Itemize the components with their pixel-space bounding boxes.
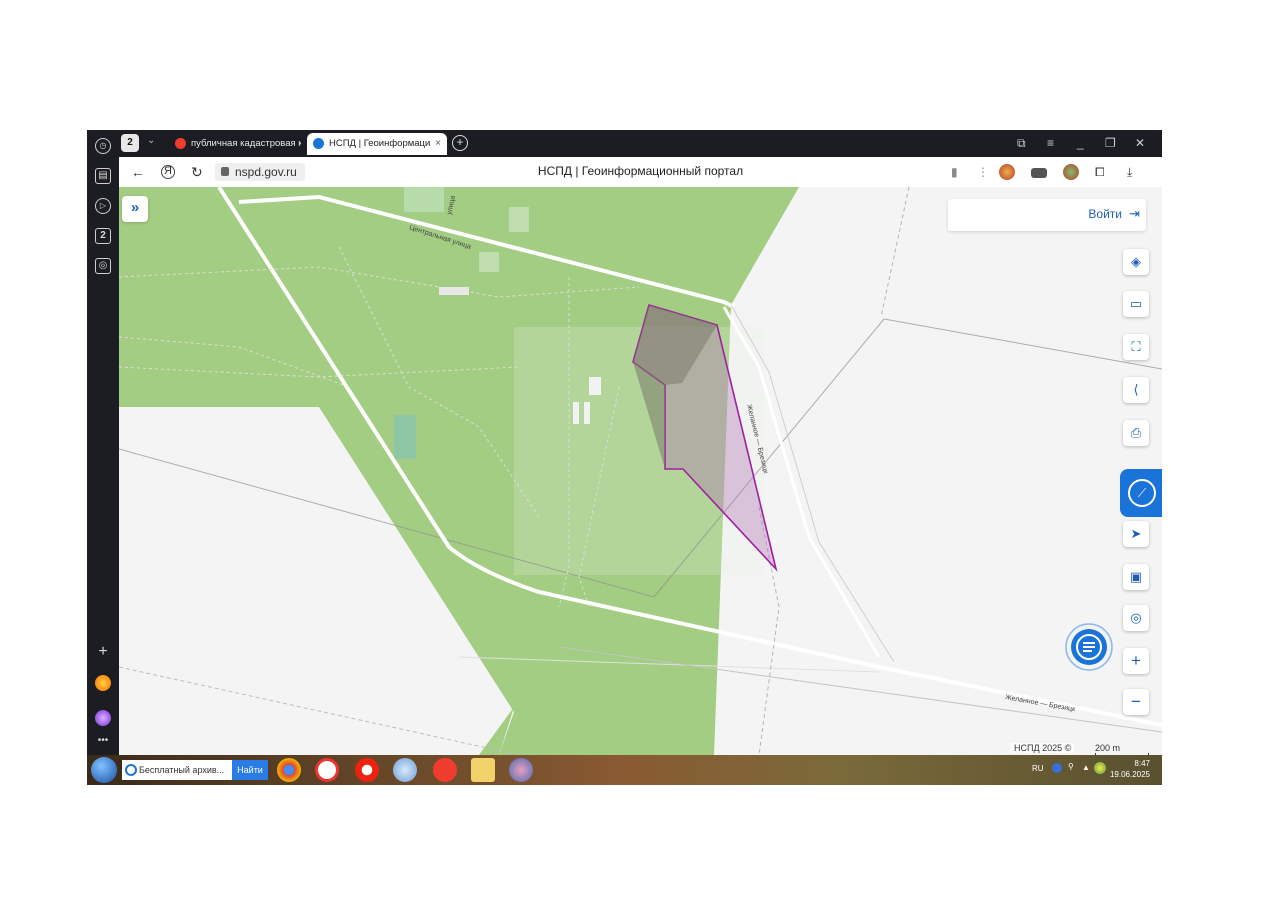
play-icon[interactable]: ▷ bbox=[95, 198, 111, 214]
lock-icon bbox=[221, 167, 229, 176]
restore-icon[interactable]: ❐ bbox=[1105, 134, 1116, 152]
taskbar-search-input[interactable]: Бесплатный архив... bbox=[122, 760, 232, 780]
search-button[interactable]: Найти bbox=[232, 760, 268, 780]
minimap-icon[interactable]: ▣ bbox=[1123, 564, 1149, 590]
kebab-icon[interactable]: ⋮ bbox=[977, 163, 989, 181]
browser-sidebar: ◷ ▤ ▷ 2 ◎ + ••• bbox=[87, 130, 119, 755]
sidebar-tab-count-badge[interactable]: 2 bbox=[95, 228, 111, 244]
network-icon[interactable]: ⚲ bbox=[1068, 762, 1074, 771]
add-panel-icon[interactable]: + bbox=[95, 644, 111, 660]
ie-icon bbox=[125, 764, 137, 776]
yandex-games-icon[interactable] bbox=[95, 675, 111, 691]
ruler-icon[interactable]: ▭ bbox=[1123, 291, 1149, 317]
history-icon[interactable]: ◷ bbox=[95, 138, 111, 154]
zoom-in-button[interactable]: + bbox=[1123, 648, 1149, 674]
extension-icon[interactable] bbox=[1031, 168, 1047, 178]
login-icon: ⇥ bbox=[1129, 206, 1140, 221]
yandex-icon bbox=[175, 138, 186, 149]
tab-label: публичная кадастровая к bbox=[191, 138, 301, 149]
yandex-icon[interactable] bbox=[433, 758, 457, 782]
nspd-icon bbox=[313, 138, 324, 149]
map-canvas: Центральная улица улица Желанное — Брези… bbox=[119, 187, 1162, 755]
url-field[interactable]: nspd.gov.ru bbox=[215, 163, 305, 181]
screenshot-icon[interactable]: ◎ bbox=[95, 258, 111, 274]
layers-icon[interactable]: ◈ bbox=[1123, 249, 1149, 275]
desktop-screen: ◷ ▤ ▷ 2 ◎ + ••• 2 ⌄ публичная кадастрова… bbox=[87, 130, 1162, 785]
select-area-icon[interactable]: ⛶ bbox=[1123, 334, 1149, 360]
tab-bar: 2 ⌄ публичная кадастровая к НСПД | Геоин… bbox=[119, 130, 1162, 157]
share-icon[interactable]: ⟨ bbox=[1123, 377, 1149, 403]
help-icon[interactable] bbox=[1052, 763, 1062, 773]
bookmark-icon[interactable]: ▮ bbox=[951, 163, 958, 181]
login-label: Войти bbox=[1088, 207, 1122, 221]
collections-icon[interactable]: ▤ bbox=[95, 168, 111, 184]
close-icon[interactable]: × bbox=[435, 133, 441, 155]
map-copyright: НСПД 2025 © bbox=[1011, 743, 1075, 753]
opera-icon[interactable] bbox=[355, 758, 379, 782]
close-window-icon[interactable]: ✕ bbox=[1135, 134, 1145, 152]
chevron-down-icon[interactable]: ⌄ bbox=[147, 135, 155, 146]
start-button[interactable] bbox=[91, 757, 117, 783]
download-icon[interactable]: ⤓ bbox=[1127, 163, 1132, 181]
extension-icon[interactable] bbox=[1063, 164, 1079, 180]
location-arrow-icon[interactable]: ➤ bbox=[1123, 521, 1149, 547]
more-icon[interactable]: ••• bbox=[95, 733, 111, 749]
chevron-up-icon[interactable]: ▲ bbox=[1082, 763, 1090, 772]
tab-count-badge[interactable]: 2 bbox=[121, 134, 139, 152]
new-tab-button[interactable]: + bbox=[452, 135, 468, 151]
language-indicator[interactable]: RU bbox=[1032, 764, 1044, 773]
url-text: nspd.gov.ru bbox=[235, 165, 297, 179]
folder-icon[interactable] bbox=[471, 758, 495, 782]
system-tray: RU ⚲ ▲ 8:47 19.06.2025 bbox=[1022, 755, 1162, 785]
print-icon[interactable]: ⎙ bbox=[1123, 420, 1149, 446]
chat-button[interactable] bbox=[1065, 623, 1113, 671]
scale-label: 200 m bbox=[1095, 743, 1121, 753]
nspd-assistant-tab[interactable]: ⟋ bbox=[1120, 469, 1162, 517]
clock-date: 19.06.2025 bbox=[1109, 770, 1150, 779]
chrome-icon[interactable] bbox=[277, 758, 301, 782]
alice-icon[interactable] bbox=[95, 710, 111, 726]
login-bar[interactable]: Войти ⇥ bbox=[948, 199, 1146, 231]
expand-panel-button[interactable]: » bbox=[122, 196, 148, 222]
app-icon[interactable] bbox=[509, 758, 533, 782]
nspd-logo-icon: ⟋ bbox=[1128, 479, 1156, 507]
minimize-icon[interactable]: _ bbox=[1077, 134, 1084, 152]
yandex-browser-icon[interactable] bbox=[315, 758, 339, 782]
tray-app-icon[interactable] bbox=[1094, 762, 1106, 774]
chat-icon bbox=[1065, 623, 1113, 671]
zoom-out-button[interactable]: − bbox=[1123, 689, 1149, 715]
geolocate-icon[interactable]: ◎ bbox=[1123, 605, 1149, 631]
extensions-icon[interactable]: ⧠ bbox=[1095, 163, 1105, 181]
network-app-icon[interactable] bbox=[393, 758, 417, 782]
address-bar: ← Я ↻ НСПД | Геоинформационный портал ns… bbox=[119, 157, 1162, 187]
clock[interactable]: 8:47 19.06.2025 bbox=[1110, 758, 1150, 780]
extension-icon[interactable] bbox=[999, 164, 1015, 180]
map-viewport[interactable]: Центральная улица улица Желанное — Брези… bbox=[119, 187, 1162, 755]
bookmark-panel-icon[interactable]: ⧉ bbox=[1017, 134, 1026, 152]
tab-nspd[interactable]: НСПД | Геоинформаци × bbox=[307, 133, 447, 155]
tab-cadastral[interactable]: публичная кадастровая к bbox=[169, 133, 301, 155]
menu-icon[interactable]: ≡ bbox=[1047, 134, 1054, 152]
search-text: Бесплатный архив... bbox=[139, 765, 225, 775]
taskbar: Бесплатный архив... Найти RU ⚲ ▲ 8:47 19… bbox=[87, 755, 1162, 785]
tab-label: НСПД | Геоинформаци bbox=[329, 138, 431, 149]
clock-time: 8:47 bbox=[1134, 759, 1150, 768]
